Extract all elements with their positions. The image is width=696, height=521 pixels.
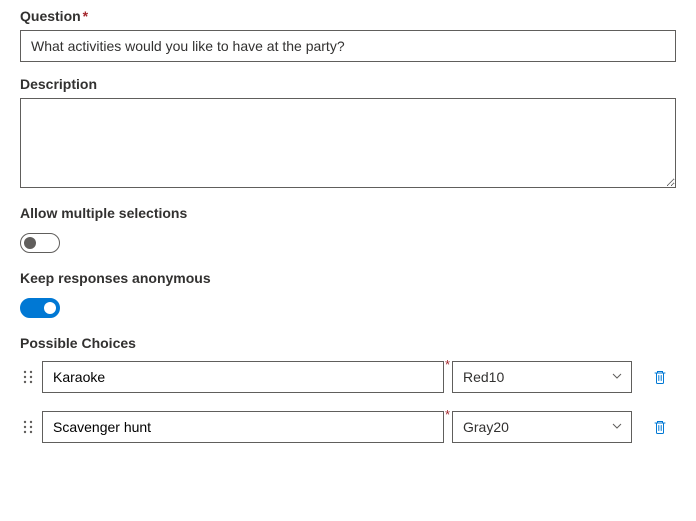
choice-text-input[interactable] — [42, 361, 444, 393]
choice-color-select[interactable]: Red10 — [452, 361, 632, 393]
allow-multiple-label: Allow multiple selections — [20, 205, 676, 221]
drag-handle-icon[interactable] — [20, 420, 36, 434]
chevron-down-icon — [611, 419, 623, 435]
required-asterisk: * — [445, 357, 450, 372]
choice-text-input[interactable] — [42, 411, 444, 443]
trash-icon — [652, 369, 668, 385]
choices-label: Possible Choices — [20, 335, 676, 351]
toggle-knob — [24, 237, 36, 249]
anonymous-label: Keep responses anonymous — [20, 270, 676, 286]
chevron-down-icon — [611, 369, 623, 385]
drag-handle-icon[interactable] — [20, 370, 36, 384]
allow-multiple-toggle[interactable] — [20, 233, 60, 253]
description-textarea[interactable] — [20, 98, 676, 188]
trash-icon — [652, 419, 668, 435]
choice-row: * Gray20 — [20, 411, 676, 443]
delete-choice-button[interactable] — [644, 411, 676, 443]
delete-choice-button[interactable] — [644, 361, 676, 393]
description-label: Description — [20, 76, 676, 92]
toggle-knob — [44, 302, 56, 314]
required-asterisk: * — [445, 407, 450, 422]
choice-color-select[interactable]: Gray20 — [452, 411, 632, 443]
choice-row: * Red10 — [20, 361, 676, 393]
question-input[interactable] — [20, 30, 676, 62]
required-asterisk: * — [83, 8, 88, 24]
question-label: Question* — [20, 8, 676, 24]
anonymous-toggle[interactable] — [20, 298, 60, 318]
